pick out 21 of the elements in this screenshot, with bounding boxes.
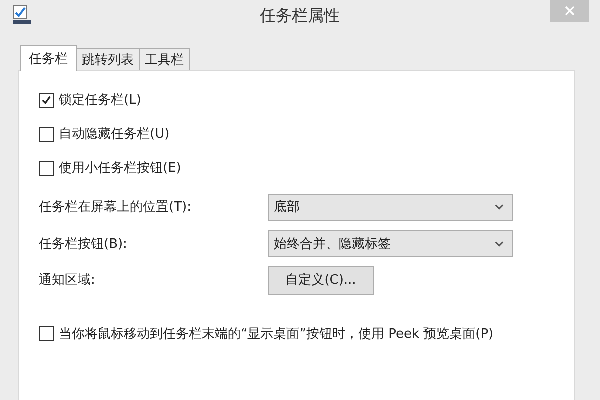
checkbox[interactable] (39, 160, 54, 176)
checkbox[interactable] (39, 92, 54, 108)
checkbox[interactable] (39, 326, 54, 341)
checkbox[interactable] (39, 126, 54, 142)
customize-button[interactable]: 自定义(C)... (268, 266, 374, 295)
checkbox-label: 使用小任务栏按钮(E) (59, 160, 182, 177)
checkbox-label: 当你将鼠标移动到任务栏末端的“显示桌面”按钮时，使用 Peek 预览桌面(P) (59, 326, 494, 342)
app-icon (12, 5, 32, 25)
setting-label: 通知区域: (39, 272, 96, 290)
tab[interactable]: 任务栏 (20, 45, 77, 71)
chevron-icon (495, 240, 504, 247)
tab[interactable]: 工具栏 (139, 48, 190, 70)
window-title: 任务栏属性 (259, 6, 341, 27)
checkbox-label: 自动隐藏任务栏(U) (59, 126, 170, 143)
setting-label: 任务栏在屏幕上的位置(T): (39, 199, 192, 216)
setting-label: 任务栏按钮(B): (39, 236, 128, 253)
dropdown[interactable]: 始终合并、隐藏标签 (268, 230, 513, 258)
chevron-icon (495, 204, 504, 210)
close-icon (564, 6, 574, 16)
dropdown[interactable]: 底部 (268, 194, 513, 221)
checkbox-label: 锁定任务栏(L) (59, 92, 142, 109)
